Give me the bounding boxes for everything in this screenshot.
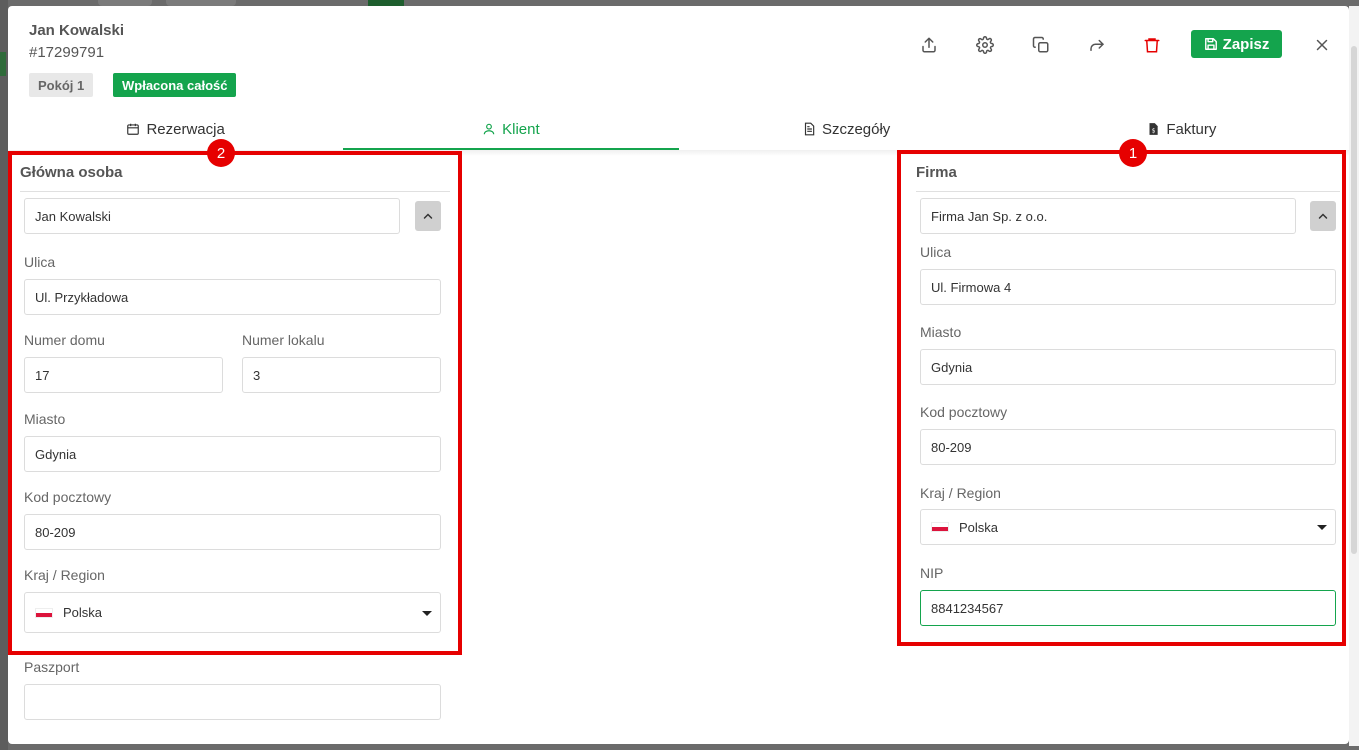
payment-status-badge: Wpłacona całość [113,73,237,97]
select-value: Polska [959,519,999,535]
tab-faktury[interactable]: $ Faktury [1014,110,1349,150]
user-icon [483,123,495,135]
company-country-select[interactable]: Polska [920,509,1336,545]
input-value: Jan Kowalski [35,208,111,224]
annotation-marker-2: 2 [207,139,235,167]
section-divider [20,191,450,192]
input-value: 8841234567 [931,600,1004,616]
copy-icon [1032,36,1049,53]
backdrop-left-accent [0,52,6,76]
input-value: 80-209 [931,439,972,455]
chevron-up-icon [1318,213,1328,219]
main-person-house-input[interactable]: 17 [24,357,223,393]
trash-icon [1144,38,1160,53]
main-person-collapse-button[interactable] [415,201,441,231]
main-person-title: Główna osoba [20,164,123,181]
passport-label: Paszport [24,659,80,675]
tab-label: Klient [502,120,540,138]
save-button[interactable]: Zapisz [1191,30,1282,58]
company-street-label: Ulica [920,244,952,260]
company-postal-input[interactable]: 80-209 [920,429,1336,465]
house-number-label: Numer domu [24,332,105,348]
upload-button[interactable] [918,34,940,56]
share-icon [1090,39,1104,51]
reservation-modal: Jan Kowalski #17299791 Pokój 1 Wpłacona … [8,6,1349,744]
tab-szczegoly[interactable]: Szczegóły [679,110,1014,150]
input-value: 80-209 [35,524,76,540]
settings-button[interactable] [974,34,996,56]
flat-number-label: Numer lokalu [242,332,325,348]
main-person-street-input[interactable]: Ul. Przykładowa [24,279,441,315]
reservation-id: #17299791 [29,44,105,61]
caret-down-icon [1317,525,1327,530]
company-street-input[interactable]: Ul. Firmowa 4 [920,269,1336,305]
country-label: Kraj / Region [24,567,105,583]
delete-button[interactable] [1141,34,1163,56]
input-value: 3 [253,367,261,383]
save-button-label: Zapisz [1222,35,1270,53]
company-nip-input[interactable]: 8841234567 [920,590,1336,626]
gear-icon [976,36,994,54]
close-button[interactable] [1311,34,1333,56]
main-person-country-select[interactable]: Polska [24,592,441,633]
poland-flag-icon [931,522,949,532]
forward-button[interactable] [1086,34,1108,56]
page-scrollbar-thumb[interactable] [1351,46,1357,554]
chevron-up-icon [423,213,433,219]
upload-icon [922,37,936,53]
svg-text:$: $ [1152,129,1156,135]
tab-klient[interactable]: Klient [343,110,679,150]
company-postal-label: Kod pocztowy [920,404,1008,420]
company-city-input[interactable]: Gdynia [920,349,1336,385]
document-icon [804,122,815,136]
poland-flag-icon [35,607,53,618]
input-value: Ul. Firmowa 4 [931,279,1012,295]
input-value: Firma Jan Sp. z o.o. [931,208,1048,224]
save-icon [1204,38,1217,50]
input-value: Ul. Przykładowa [35,289,129,305]
input-value: Gdynia [35,446,77,462]
street-label: Ulica [24,254,56,270]
calendar-icon [127,123,140,135]
main-person-city-input[interactable]: Gdynia [24,436,441,472]
copy-button[interactable] [1030,34,1052,56]
room-badge: Pokój 1 [29,73,94,97]
tab-label: Szczegóły [821,120,891,138]
section-divider [916,191,1340,192]
input-value: 17 [35,367,50,383]
invoice-icon: $ [1149,123,1159,135]
input-value: Gdynia [931,359,973,375]
city-label: Miasto [24,411,66,427]
main-person-flat-input[interactable]: 3 [242,357,441,393]
postal-code-label: Kod pocztowy [24,489,112,505]
select-value: Polska [63,605,103,620]
main-person-name-input[interactable]: Jan Kowalski [24,198,400,234]
guest-name: Jan Kowalski [29,22,125,39]
tab-rezerwacja[interactable]: Rezerwacja [8,110,343,150]
annotation-marker-1: 1 [1119,139,1147,167]
company-collapse-button[interactable] [1310,201,1336,231]
main-person-postal-input[interactable]: 80-209 [24,514,441,550]
tab-label: Rezerwacja [146,120,225,138]
company-city-label: Miasto [920,324,962,340]
company-country-label: Kraj / Region [920,485,1001,501]
close-icon [1316,39,1328,51]
backdrop-left [0,0,8,750]
company-title: Firma [916,164,957,181]
main-person-passport-input[interactable] [24,684,441,720]
page-scrollbar[interactable] [1349,6,1359,746]
nip-label: NIP [920,565,944,581]
caret-down-icon [422,611,432,616]
company-name-input[interactable]: Firma Jan Sp. z o.o. [920,198,1296,234]
tab-label: Faktury [1166,120,1217,138]
